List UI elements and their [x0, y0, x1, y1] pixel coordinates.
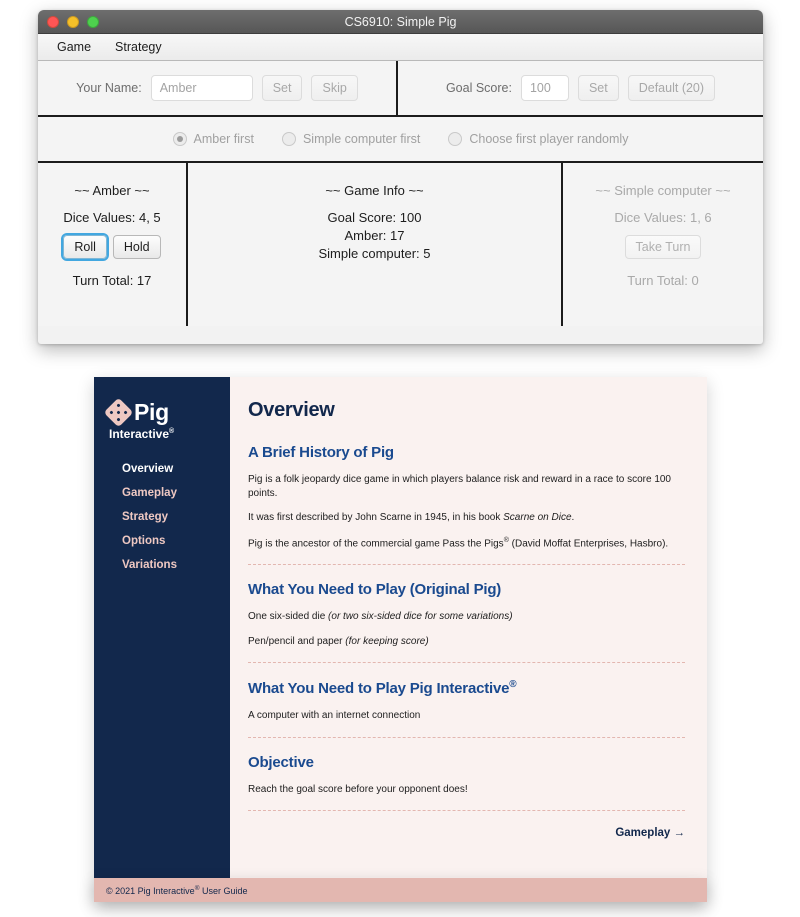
next-page-link[interactable]: Gameplay → [248, 827, 685, 839]
hold-button[interactable]: Hold [112, 235, 161, 259]
menubar: Game Strategy [38, 34, 763, 61]
player-panel-title: ~~ Amber ~~ [74, 183, 150, 198]
guide-sidebar: Pig Interactive® Overview Gameplay Strat… [94, 377, 230, 902]
computer-turn-total: Turn Total: 0 [627, 273, 699, 288]
goal-default-button[interactable]: Default (20) [627, 75, 716, 101]
guide-logo: Pig [103, 397, 230, 428]
goal-label: Goal Score: [445, 81, 512, 95]
heading-need-original: What You Need to Play (Original Pig) [248, 581, 502, 599]
history-paragraph-1: Pig is a folk jeopardy dice game in whic… [248, 474, 671, 499]
history-paragraph-3: Pig is the ancestor of the commercial ga… [248, 536, 669, 549]
name-skip-button[interactable]: Skip [311, 75, 358, 101]
radio-icon-unselected[interactable] [281, 132, 296, 146]
sidebar-item-options[interactable]: Options [108, 529, 230, 553]
radio-icon-selected[interactable] [172, 132, 187, 146]
radio-option-player-first[interactable]: Amber first [172, 132, 254, 146]
need-interactive-item-1: A computer with an internet connection [248, 710, 421, 722]
info-computer-score: Simple computer: 5 [318, 246, 431, 261]
player-panel: ~~ Amber ~~ Dice Values: 4, 5 Roll Hold … [38, 163, 188, 326]
divider [248, 564, 685, 566]
first-player-row: Amber first Simple computer first Choose… [38, 117, 763, 163]
name-set-button[interactable]: Set [261, 75, 303, 101]
game-info-title: ~~ Game Info ~~ [325, 183, 424, 198]
radio-icon-unselected[interactable] [448, 132, 463, 146]
sidebar-item-gameplay[interactable]: Gameplay [108, 481, 230, 505]
logo-subtitle: Interactive® [109, 427, 175, 441]
page-title: Overview [248, 399, 335, 421]
name-setup-group: Your Name: Amber Set Skip [38, 61, 398, 115]
need-original-item-2: Pen/pencil and paper (for keeping score) [248, 635, 429, 647]
sidebar-item-strategy[interactable]: Strategy [108, 505, 230, 529]
divider [248, 810, 685, 812]
computer-panel-title: ~~ Simple computer ~~ [595, 183, 731, 198]
history-paragraph-2: It was first described by John Scarne in… [248, 512, 575, 523]
take-turn-button[interactable]: Take Turn [624, 235, 702, 259]
heading-objective: Objective [248, 753, 314, 771]
info-goal-score: Goal Score: 100 [327, 210, 422, 225]
radio-option-computer-first[interactable]: Simple computer first [281, 132, 421, 146]
goal-setup-group: Goal Score: 100 Set Default (20) [398, 61, 763, 115]
player-actions: Roll Hold [38, 235, 186, 259]
sidebar-item-variations[interactable]: Variations [108, 553, 230, 577]
need-original-item-1: One six-sided die (or two six-sided dice… [248, 611, 513, 623]
goal-set-button[interactable]: Set [577, 75, 619, 101]
roll-button[interactable]: Roll [63, 235, 107, 259]
radio-label-player-first: Amber first [193, 132, 254, 146]
radio-label-computer-first: Simple computer first [302, 132, 421, 146]
name-label: Your Name: [76, 81, 142, 95]
guide-footer: © 2021 Pig Interactive® User Guide [94, 878, 707, 902]
computer-panel: ~~ Simple computer ~~ Dice Values: 1, 6 … [563, 163, 763, 326]
heading-history: A Brief History of Pig [248, 444, 394, 461]
radio-label-random-first: Choose first player randomly [469, 132, 629, 146]
menu-strategy[interactable]: Strategy [106, 37, 171, 57]
guide-nav: Overview Gameplay Strategy Options Varia… [108, 457, 230, 577]
divider [248, 736, 685, 738]
setup-row: Your Name: Amber Set Skip Goal Score: 10… [38, 61, 763, 117]
goal-input[interactable]: 100 [520, 75, 569, 101]
game-info-panel: ~~ Game Info ~~ Goal Score: 100 Amber: 1… [188, 163, 563, 326]
computer-actions: Take Turn [563, 235, 763, 259]
game-panels-row: ~~ Amber ~~ Dice Values: 4, 5 Roll Hold … [38, 163, 763, 326]
player-dice-values: Dice Values: 4, 5 [63, 210, 161, 225]
divider [248, 662, 685, 664]
radio-option-random-first[interactable]: Choose first player randomly [448, 132, 628, 146]
window-title: CS6910: Simple Pig [344, 14, 457, 29]
logo-title: Pig [134, 399, 169, 425]
guide-content: Overview A Brief History of Pig Pig is a… [230, 377, 707, 902]
dice-icon [103, 397, 134, 428]
info-player-score: Amber: 17 [344, 228, 405, 243]
player-turn-total: Turn Total: 17 [72, 273, 152, 288]
menu-game[interactable]: Game [48, 37, 100, 57]
simple-pig-window: CS6910: Simple Pig Game Strategy Your Na… [38, 10, 763, 344]
sidebar-item-overview[interactable]: Overview [108, 457, 230, 481]
objective-item-1: Reach the goal score before your opponen… [248, 783, 468, 795]
footer-text: © 2021 Pig Interactive® User Guide [106, 884, 248, 896]
heading-need-interactive: What You Need to Play Pig Interactive® [248, 679, 517, 698]
window-titlebar: CS6910: Simple Pig [38, 10, 763, 34]
name-input[interactable]: Amber [150, 75, 253, 101]
user-guide-panel: Pig Interactive® Overview Gameplay Strat… [94, 377, 707, 902]
computer-dice-values: Dice Values: 1, 6 [614, 210, 712, 225]
